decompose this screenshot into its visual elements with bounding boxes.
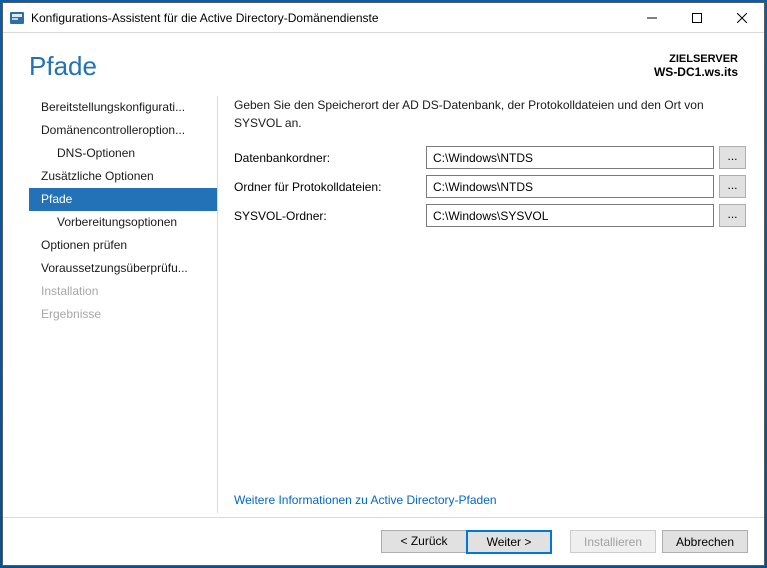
minimize-button[interactable]	[629, 3, 674, 32]
step-additional-options[interactable]: Zusätzliche Optionen	[29, 165, 217, 188]
wizard-window: Konfigurations-Assistent für die Active …	[2, 2, 765, 566]
target-server-block: ZIELSERVER WS-DC1.ws.its	[654, 53, 738, 79]
row-sysvol-folder: SYSVOL-Ordner: ...	[234, 204, 746, 227]
label-sysvol-folder: SYSVOL-Ordner:	[234, 209, 426, 223]
input-sysvol-folder[interactable]	[426, 204, 714, 227]
cancel-button[interactable]: Abbrechen	[662, 530, 748, 553]
main-panel: Geben Sie den Speicherort der AD DS-Date…	[218, 92, 764, 517]
page-title: Pfade	[29, 51, 654, 82]
browse-database-folder[interactable]: ...	[719, 146, 746, 169]
label-database-folder: Datenbankordner:	[234, 151, 426, 165]
row-database-folder: Datenbankordner: ...	[234, 146, 746, 169]
label-log-folder: Ordner für Protokolldateien:	[234, 180, 426, 194]
target-server-name: WS-DC1.ws.its	[654, 65, 738, 79]
input-database-folder[interactable]	[426, 146, 714, 169]
install-button: Installieren	[570, 530, 656, 553]
back-button[interactable]: < Zurück	[381, 530, 467, 553]
step-prereq-check[interactable]: Voraussetzungsüberprüfu...	[29, 257, 217, 280]
next-button[interactable]: Weiter >	[466, 530, 552, 554]
step-installation: Installation	[29, 280, 217, 303]
page-header: Pfade ZIELSERVER WS-DC1.ws.its	[3, 33, 764, 92]
step-dc-options[interactable]: Domänencontrolleroption...	[29, 119, 217, 142]
step-review-options[interactable]: Optionen prüfen	[29, 234, 217, 257]
browse-log-folder[interactable]: ...	[719, 175, 746, 198]
step-dns-options[interactable]: DNS-Optionen	[29, 142, 217, 165]
page-description: Geben Sie den Speicherort der AD DS-Date…	[234, 96, 746, 132]
row-log-folder: Ordner für Protokolldateien: ...	[234, 175, 746, 198]
step-results: Ergebnisse	[29, 303, 217, 326]
step-paths[interactable]: Pfade	[29, 188, 217, 211]
target-server-label: ZIELSERVER	[654, 53, 738, 65]
step-deployment-config[interactable]: Bereitstellungskonfigurati...	[29, 96, 217, 119]
wizard-footer: < Zurück Weiter > Installieren Abbrechen	[3, 517, 764, 565]
maximize-button[interactable]	[674, 3, 719, 32]
more-info-link[interactable]: Weitere Informationen zu Active Director…	[234, 493, 746, 507]
wizard-steps-sidebar: Bereitstellungskonfigurati... Domänencon…	[3, 92, 217, 517]
input-log-folder[interactable]	[426, 175, 714, 198]
close-button[interactable]	[719, 3, 764, 32]
window-title: Konfigurations-Assistent für die Active …	[31, 11, 629, 25]
titlebar: Konfigurations-Assistent für die Active …	[3, 3, 764, 33]
step-preparation-options[interactable]: Vorbereitungsoptionen	[29, 211, 217, 234]
browse-sysvol-folder[interactable]: ...	[719, 204, 746, 227]
app-icon	[9, 10, 25, 26]
